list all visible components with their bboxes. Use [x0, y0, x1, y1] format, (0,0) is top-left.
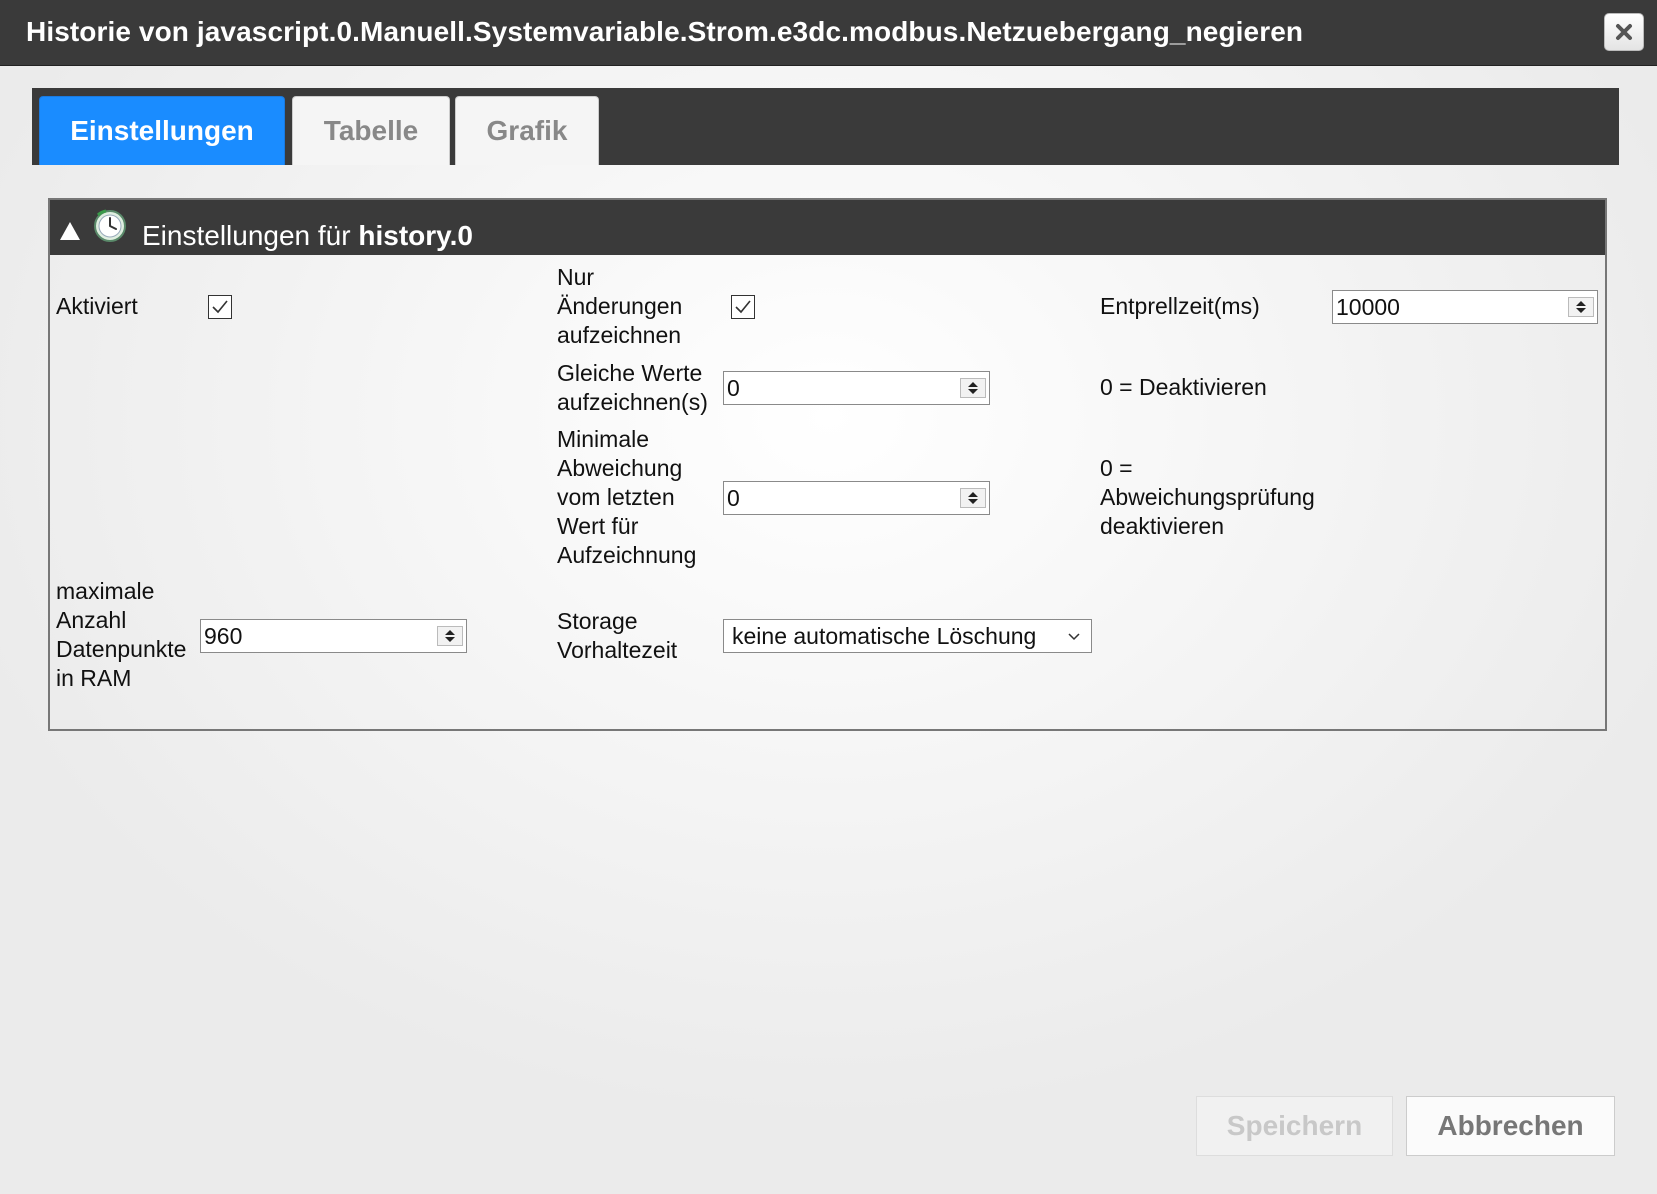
min-deviation-hint: 0 = Abweichungsprüfung deaktivieren	[1100, 455, 1315, 539]
panel-title-prefix: Einstellungen für	[142, 220, 351, 251]
changes-only-label: Nur Änderungen aufzeichnen	[557, 264, 683, 348]
check-icon	[735, 300, 751, 314]
max-ram-input[interactable]: 960	[200, 619, 467, 653]
same-values-value: 0	[727, 375, 740, 401]
retention-value: keine automatische Löschung	[732, 623, 1037, 649]
cancel-button[interactable]: Abbrechen	[1406, 1096, 1615, 1156]
save-button[interactable]: Speichern	[1196, 1096, 1393, 1156]
min-deviation-input[interactable]: 0	[723, 481, 990, 515]
min-deviation-spinner[interactable]	[960, 488, 986, 508]
max-ram-label: maximale Anzahl Datenpunkte in RAM	[56, 578, 187, 691]
min-deviation-label: Minimale Abweichung vom letzten Wert für…	[557, 426, 697, 568]
debounce-label: Entprellzeit(ms)	[1100, 293, 1260, 319]
max-ram-spinner[interactable]	[437, 626, 463, 646]
same-values-spinner[interactable]	[960, 378, 986, 398]
spinner-arrows-icon	[445, 630, 455, 642]
spinner-arrows-icon	[1576, 301, 1586, 313]
debounce-spinner[interactable]	[1568, 297, 1594, 317]
tab-tabelle[interactable]: Tabelle	[292, 96, 450, 165]
history-clock-icon	[94, 209, 126, 242]
tab-bar: Einstellungen Tabelle Grafik	[32, 88, 1619, 165]
panel-title: Einstellungen für history.0	[142, 220, 473, 252]
enabled-checkbox[interactable]	[208, 295, 232, 319]
dialog-title: Historie von javascript.0.Manuell.System…	[26, 16, 1304, 47]
panel-header: Einstellungen für history.0	[50, 200, 1605, 255]
same-values-label: Gleiche Werte aufzeichnen(s)	[557, 360, 708, 415]
same-values-hint: 0 = Deaktivieren	[1100, 374, 1267, 400]
debounce-input[interactable]: 10000	[1332, 290, 1598, 324]
changes-only-checkbox[interactable]	[731, 295, 755, 319]
tab-einstellungen[interactable]: Einstellungen	[39, 96, 285, 165]
enabled-label: Aktiviert	[56, 293, 138, 319]
retention-label: Storage Vorhaltezeit	[557, 608, 678, 663]
check-icon	[212, 300, 228, 314]
debounce-value: 10000	[1336, 294, 1400, 320]
panel-title-instance: history.0	[358, 220, 473, 251]
same-values-input[interactable]: 0	[723, 371, 990, 405]
chevron-down-icon	[1068, 633, 1080, 641]
spinner-arrows-icon	[968, 492, 978, 504]
retention-select[interactable]: keine automatische Löschung	[723, 619, 1092, 653]
spinner-arrows-icon	[968, 382, 978, 394]
tab-grafik[interactable]: Grafik	[455, 96, 599, 165]
history-dialog: Historie von javascript.0.Manuell.System…	[0, 0, 1657, 1194]
close-button[interactable]	[1604, 13, 1644, 51]
max-ram-value: 960	[204, 623, 243, 649]
collapse-arrow-icon[interactable]	[60, 222, 80, 240]
dialog-titlebar: Historie von javascript.0.Manuell.System…	[0, 0, 1657, 66]
min-deviation-value: 0	[727, 485, 740, 511]
close-icon	[1616, 24, 1632, 40]
